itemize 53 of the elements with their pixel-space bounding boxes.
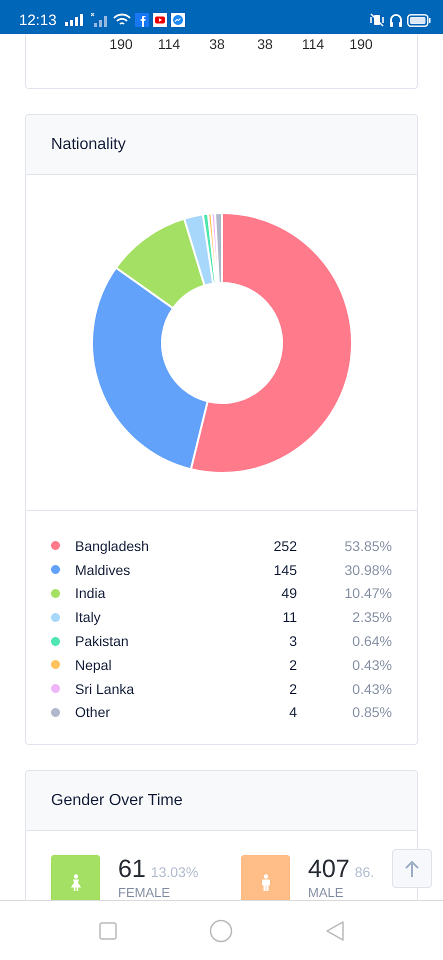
legend-percent: 10.47% — [344, 585, 392, 602]
legend-label: Italy — [75, 609, 102, 626]
messenger-icon — [170, 13, 185, 27]
stat-label: FEMALE — [118, 885, 170, 900]
card-title: Gender Over Time — [51, 792, 183, 810]
table-cell-text: 114 — [300, 36, 326, 52]
signal-icon — [90, 13, 109, 27]
legend-count: 11 — [281, 609, 297, 626]
legend-count: 2 — [288, 680, 297, 697]
legend-count: 2 — [288, 656, 297, 673]
legend-label: Nepal — [75, 656, 113, 673]
table-cell-text: 38 — [256, 36, 274, 52]
stat-label: MALE — [308, 885, 344, 900]
headphones-icon — [389, 12, 403, 28]
legend-label: Pakistan — [75, 633, 130, 650]
legend-label: Bangladesh — [75, 538, 150, 554]
legend-percent: 30.98% — [344, 562, 392, 578]
scroll-top-button[interactable] — [392, 849, 432, 888]
table-cell-text: 190 — [348, 36, 374, 52]
legend-count: 49 — [280, 585, 297, 602]
stat-count: 407 — [308, 855, 350, 884]
battery-icon — [407, 14, 431, 26]
legend-percent: 0.85% — [351, 704, 392, 720]
table-cell-text: 38 — [208, 36, 226, 52]
legend-label: Other — [75, 704, 112, 720]
status-time: 12:13 — [19, 12, 57, 28]
legend-count: 3 — [288, 633, 297, 650]
up-arrow-icon — [404, 860, 420, 878]
legend-label: Sri Lanka — [75, 680, 136, 697]
stat-count: 61 — [118, 855, 146, 884]
stat-percent: 13.03% — [150, 864, 198, 880]
table-cell-text: 190 — [108, 36, 134, 52]
legend-count: 4 — [288, 704, 297, 720]
female-icon — [68, 874, 82, 892]
table-cell-text: 114 — [156, 36, 182, 52]
legend-count: 252 — [272, 538, 297, 554]
stat-percent: 86. — [354, 864, 374, 880]
legend-count: 145 — [272, 562, 297, 578]
legend-percent: 2.35% — [351, 609, 392, 626]
recents-icon[interactable] — [98, 922, 116, 940]
legend-label: Maldives — [75, 562, 132, 578]
legend-percent: 0.43% — [351, 656, 392, 673]
facebook-icon — [134, 13, 149, 27]
video-app-icon — [152, 13, 167, 27]
legend-percent: 0.64% — [351, 633, 392, 650]
legend-percent: 53.85% — [344, 538, 392, 554]
legend-percent: 0.43% — [351, 680, 392, 697]
wifi-icon — [112, 13, 131, 27]
home-icon[interactable] — [208, 918, 232, 942]
vibrate-off-icon — [369, 13, 385, 27]
legend-label: India — [75, 585, 106, 602]
back-icon[interactable] — [324, 920, 344, 942]
card-title: Nationality — [51, 136, 126, 154]
